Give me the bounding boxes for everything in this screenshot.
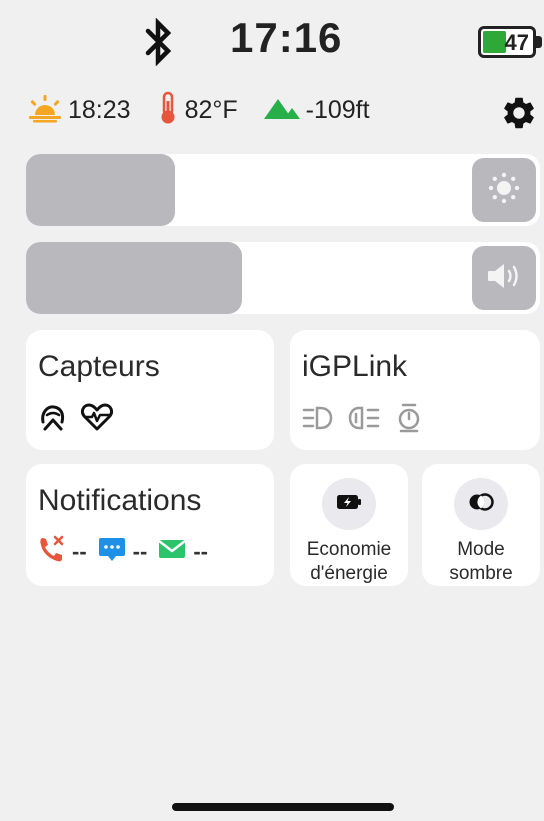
igplink-icon-row [302,402,422,439]
clock: 17:16 [230,14,343,61]
info-row: 18:23 82°F -109ft [28,88,528,132]
volume-slider[interactable] [26,242,540,314]
message-count: -- [132,538,148,564]
power-saving-label: Economie d'énergie [307,538,392,586]
mail-count: -- [193,538,208,564]
dark-mode-label-line1: Mode [457,539,505,560]
battery-fill [483,31,506,53]
gear-icon[interactable] [500,94,538,132]
status-bar: 17:16 47 [0,0,544,80]
battery-level: 47 [504,30,529,55]
temperature-info: 82°F [157,91,238,130]
power-saving-circle [322,478,376,530]
sensors-icon-row [38,402,114,437]
missed-call-icon [38,534,66,569]
altitude-value: -109ft [305,95,370,124]
sun-icon [486,170,522,211]
battery-indicator: 47 [478,26,536,58]
dark-mode-toggle[interactable]: Mode sombre [422,464,540,586]
mountain-icon [263,95,306,126]
brightness-fill [26,154,175,226]
missed-call-count: -- [72,538,87,564]
brightness-slider[interactable] [26,154,540,226]
power-saving-toggle[interactable]: Economie d'énergie [290,464,408,586]
bluetooth-icon [140,17,176,67]
sensors-title: Capteurs [38,350,160,383]
battery-tip [536,36,542,48]
brightness-button[interactable] [472,158,536,222]
sensors-card[interactable]: Capteurs [26,330,274,450]
sunset-icon [28,93,68,128]
taillight-icon [348,404,382,437]
igplink-title: iGPLink [302,350,408,383]
notifications-card[interactable]: Notifications -- -- -- [26,464,274,586]
dark-mode-label-line2: sombre [449,563,513,584]
home-indicator[interactable] [172,803,394,811]
message-icon [97,534,127,569]
timer-icon [396,402,422,439]
power-saving-label-line2: d'énergie [310,563,388,584]
thermometer-icon [157,91,185,130]
notifications-title: Notifications [38,484,202,517]
altitude-info: -109ft [263,95,370,126]
dark-mode-icon [468,491,494,518]
temperature-value: 82°F [184,95,238,124]
volume-fill [26,242,242,314]
mail-icon [157,536,187,567]
battery-saver-icon [336,493,362,516]
helmet-sensor-icon [38,402,68,437]
sunset-info: 18:23 [28,93,131,128]
igplink-card[interactable]: iGPLink [290,330,540,450]
volume-button[interactable] [472,246,536,310]
sunset-time: 18:23 [68,95,131,124]
dark-mode-circle [454,478,508,530]
dark-mode-label: Mode sombre [449,538,512,586]
notifications-icon-row: -- -- -- [38,534,218,569]
power-saving-label-line1: Economie [306,539,392,560]
headlight-icon [302,404,334,437]
speaker-icon [485,260,523,297]
heart-rate-icon [80,402,114,437]
